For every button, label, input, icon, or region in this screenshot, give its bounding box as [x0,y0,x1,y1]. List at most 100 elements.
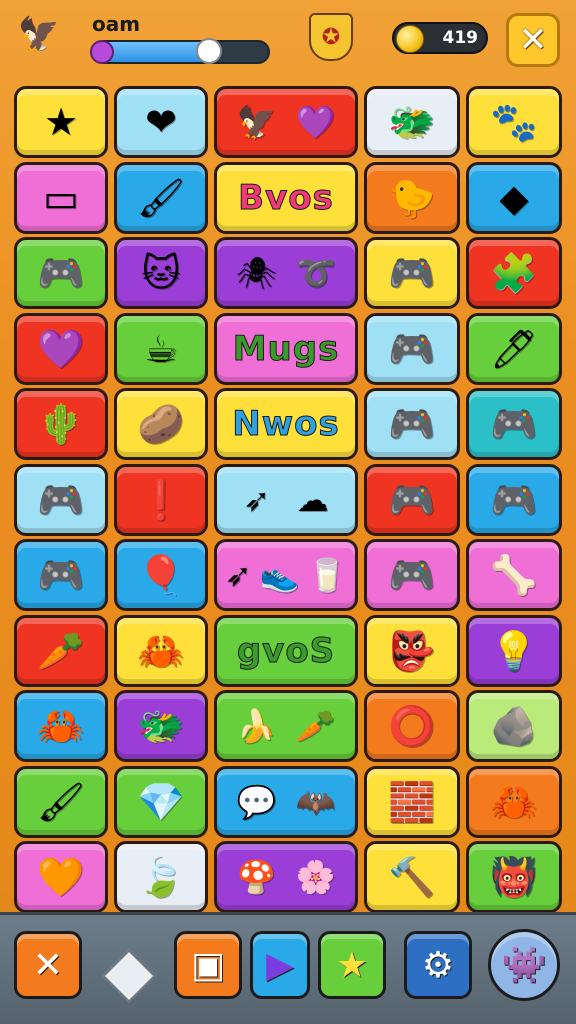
brush-icon: 🖌 [36,779,86,824]
board-tile[interactable]: ★ [14,86,108,158]
board-tile[interactable]: 🎮 [364,463,460,536]
board-tile[interactable]: 🖌 [14,765,108,838]
board-tile[interactable]: 🎈 [114,539,208,611]
window-button[interactable]: ▣ [174,931,242,999]
gamepad-icon: 🎮 [490,477,538,522]
board-tile[interactable]: 💬 🦇 [214,765,358,838]
star-icon: ★ [43,100,79,144]
play-icon: ▶ [266,944,294,986]
board-tile[interactable]: 🎮 [364,237,460,309]
settings-button[interactable]: ⚙ [404,931,472,999]
board-tile[interactable]: 🍌 🥕 [214,690,358,762]
board-tile[interactable]: 🐲 [114,690,208,762]
board-tile[interactable]: 💜 [14,312,108,385]
donut-icon: ⭕ [388,704,436,748]
crystal-icon: 💎 [137,779,185,824]
board-tile[interactable]: ❗ [114,463,208,536]
monster-button[interactable]: 👾 [488,929,560,1001]
board-tile[interactable]: 🐲 [364,86,460,158]
board-tile[interactable]: 🍄 🌸 [214,841,358,913]
board-tile[interactable]: Bvos [214,161,358,234]
board-tile[interactable]: 🎮 [466,388,562,460]
board-tile[interactable]: Mugs [214,312,358,385]
board-tile[interactable]: ▭ [14,161,108,234]
bug-icon: 🕷 [236,254,277,292]
gamepad-icon: 🎮 [37,553,85,597]
board-tile[interactable]: 🐱 [114,237,208,309]
board-tile[interactable]: 🎮 [14,463,108,536]
close-icon: ✕ [32,944,64,986]
board-tile[interactable]: 🥔 [114,388,208,460]
board-tile[interactable]: 🌵 [14,388,108,460]
board-tile[interactable]: 👹 [466,841,562,913]
gear-icon: ⚙ [421,944,455,986]
board-tile[interactable]: 🎮 [364,539,460,611]
board-tile[interactable]: 🎮 [14,237,108,309]
goblin-icon: 👹 [490,855,538,899]
puzzle-icon: 🧩 [490,251,538,295]
board-tile[interactable]: 🐾 [466,86,562,158]
board-tile[interactable]: ➶ 👟 🥛 [214,539,358,611]
bottom-toolbar: ✕ ▣ ▶ ★ ⚙ 👾 [0,912,576,1024]
monster-icon: 👾 [501,945,547,986]
eraser-icon: 🧱 [388,779,436,824]
cactus-icon: 🌵 [37,402,85,446]
balloon-icon: 🎈 [137,553,185,597]
play-button[interactable]: ▶ [250,931,310,999]
board-tile[interactable]: ➶ ☁ [214,463,358,536]
gamepad-icon: 🎮 [388,553,436,597]
board-tile[interactable]: 🎮 [14,539,108,611]
board-tile[interactable]: 🐤 [364,161,460,234]
board-tile[interactable]: 🧡 [14,841,108,913]
board-tile[interactable]: 🎮 [466,463,562,536]
board-tile[interactable]: 🧩 [466,237,562,309]
eagle-crest-icon: 🦅 [236,103,277,141]
dragon-icon: 🐲 [137,704,185,748]
rock-icon: 🪨 [490,704,538,748]
cup-icon: 🥛 [307,556,348,594]
board-tile[interactable]: 🕷 ➰ [214,237,358,309]
close-button[interactable]: ✕ [14,931,82,999]
board-tile[interactable]: ⭕ [364,690,460,762]
board-tile[interactable]: 🦀 [114,614,208,687]
board-tile[interactable]: gvoS [214,614,358,687]
board-tile[interactable]: 🦅 💜 [214,86,358,158]
swirl-icon: ➰ [295,254,336,292]
board-tile[interactable]: 🪨 [466,690,562,762]
board-tile[interactable]: 🦀 [14,690,108,762]
shoe-icon: 👟 [259,556,300,594]
monster-icon: 🐱 [141,251,181,295]
mug-icon: ☕ [143,326,179,371]
arrow-icon: ➶ [243,480,271,519]
board-tile[interactable]: 💡 [466,614,562,687]
card-icon: ◆ [499,175,529,220]
board-tile[interactable]: 🧱 [364,765,460,838]
dragon-icon: 🐲 [388,100,436,144]
board-tile[interactable]: Nwos [214,388,358,460]
arrow-icon: ➶ [224,556,252,594]
bat-icon: 🦇 [295,782,336,821]
board-tile[interactable]: 🦀 [466,765,562,838]
pen-icon: 🖊 [489,326,539,371]
board-tile[interactable]: 🎮 [364,388,460,460]
board-tile[interactable]: ☕ [114,312,208,385]
board-tile[interactable]: 💎 [114,765,208,838]
tile-word: Nwos [232,404,340,445]
board-tile[interactable]: 🔨 [364,841,460,913]
board-tile[interactable]: 🖌 [114,161,208,234]
board-tile[interactable]: 👺 [364,614,460,687]
board-tile[interactable]: 🥕 [14,614,108,687]
board-tile[interactable]: 🎮 [364,312,460,385]
board-tile[interactable]: 🍃 [114,841,208,913]
board-tile[interactable]: ❤ [114,86,208,158]
board-tile[interactable]: 🦴 [466,539,562,611]
star-button[interactable]: ★ [318,931,386,999]
board-tile[interactable]: ◆ [466,161,562,234]
board-tile[interactable]: 🖊 [466,312,562,385]
gamepad-icon: 🎮 [388,326,436,371]
goblin-icon: 👺 [388,628,436,673]
tile-word: gvoS [236,630,336,671]
exclamation-icon: ❗ [137,477,185,522]
heart-icon: 🧡 [37,855,85,899]
brush-icon: 🖌 [136,175,186,220]
